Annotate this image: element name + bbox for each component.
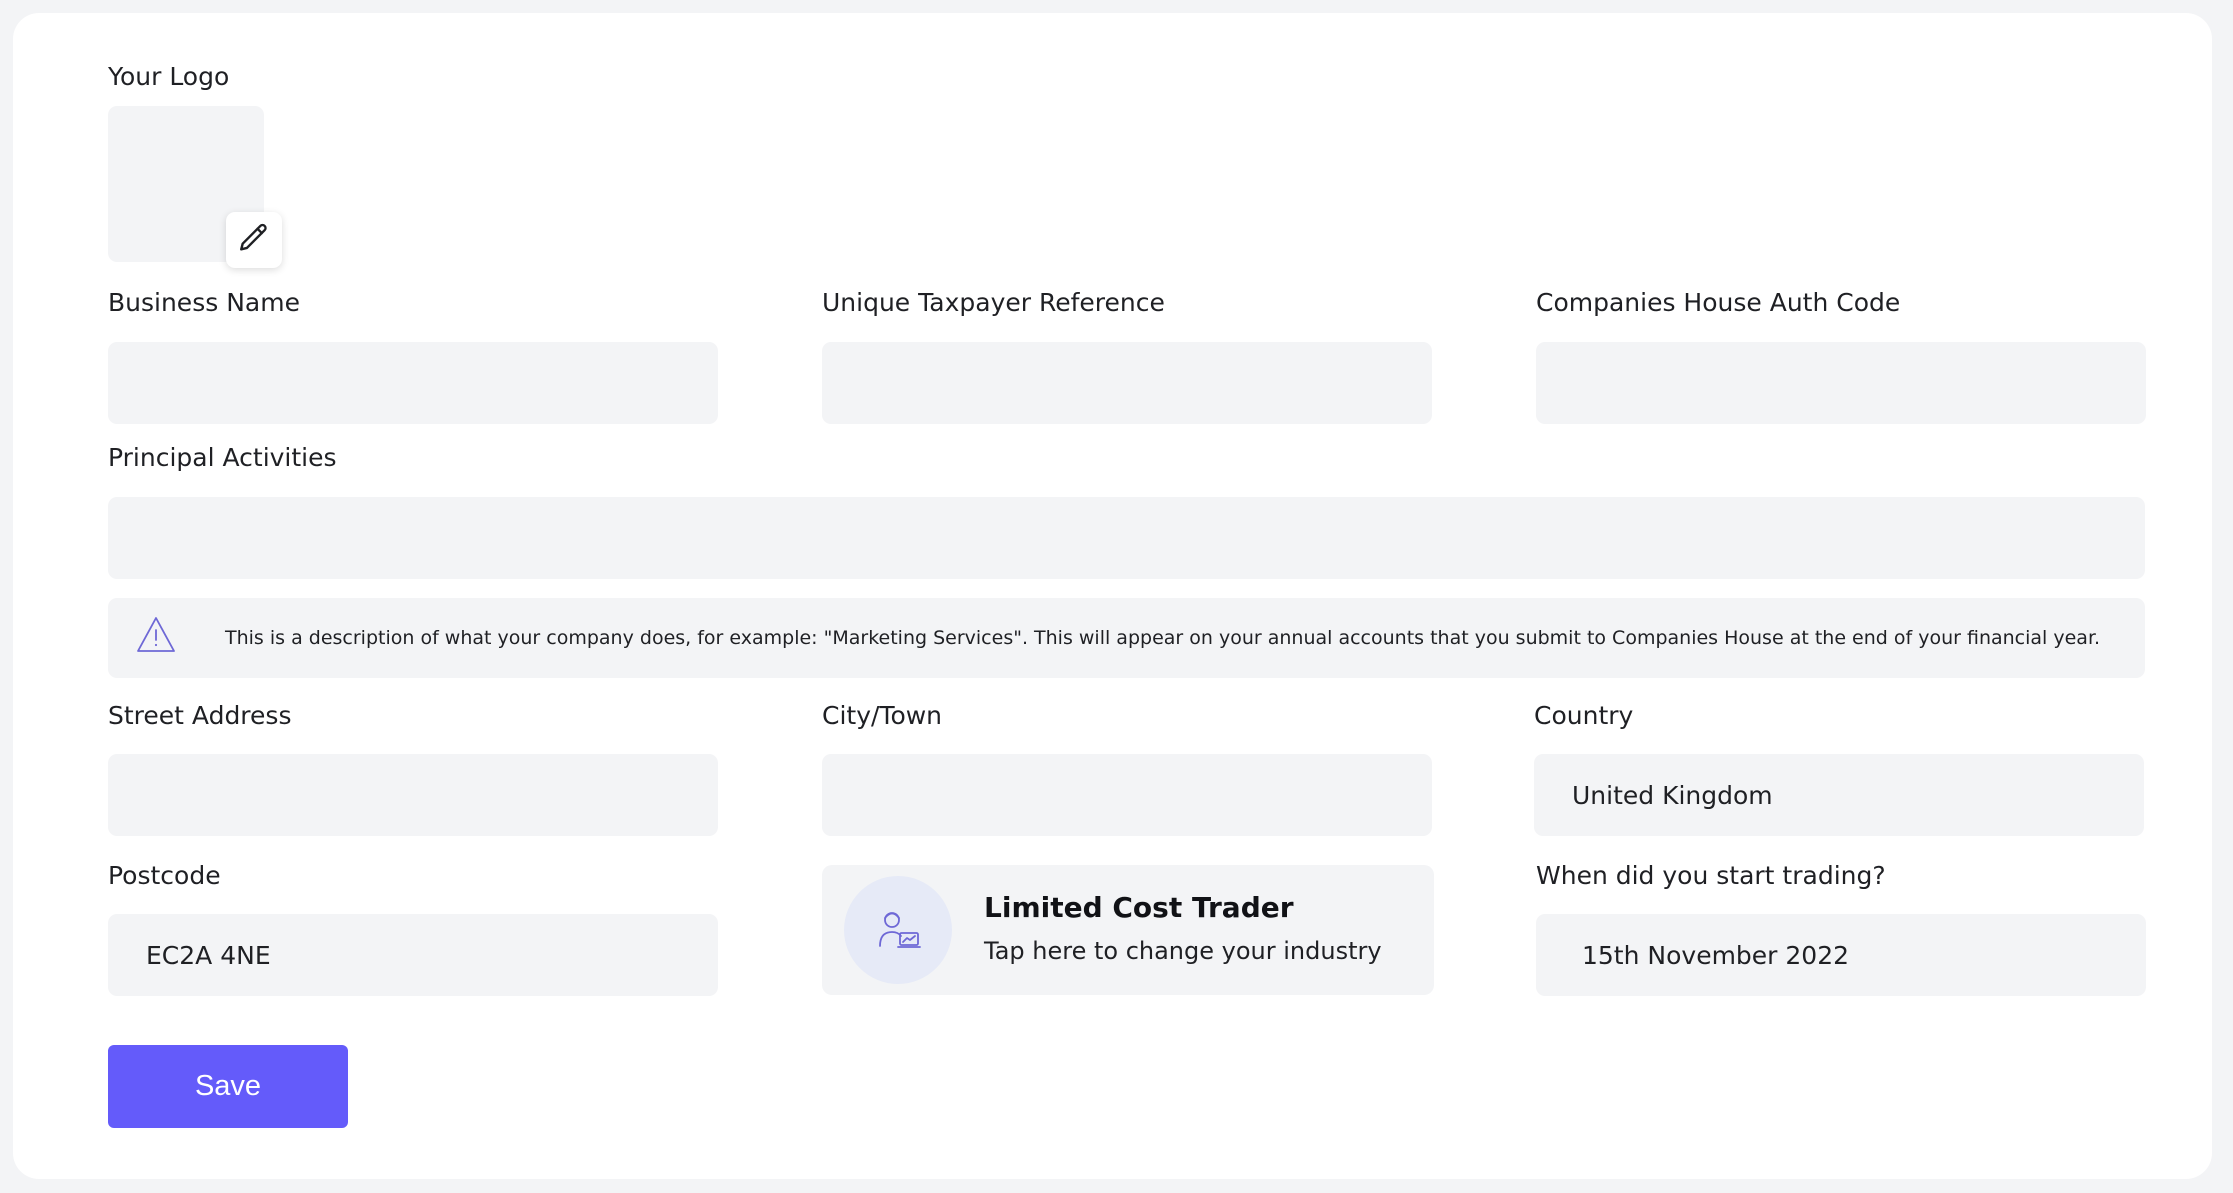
country-value: United Kingdom [1572, 780, 1773, 810]
industry-selector[interactable]: Limited Cost Trader Tap here to change y… [822, 865, 1434, 995]
save-button[interactable]: Save [108, 1045, 348, 1128]
street-address-label: Street Address [108, 701, 292, 730]
street-address-field[interactable] [108, 754, 718, 836]
logo-label: Your Logo [108, 62, 230, 91]
industry-subtitle: Tap here to change your industry [984, 937, 1382, 965]
trader-person-icon [874, 904, 922, 956]
business-name-label: Business Name [108, 288, 300, 317]
business-name-field[interactable] [108, 342, 718, 424]
industry-title: Limited Cost Trader [984, 891, 1294, 924]
postcode-label: Postcode [108, 861, 221, 890]
postcode-field[interactable]: EC2A 4NE [108, 914, 718, 996]
start-trading-label: When did you start trading? [1536, 861, 1886, 890]
principal-activities-field[interactable] [108, 497, 2145, 579]
utr-label: Unique Taxpayer Reference [822, 288, 1165, 317]
pencil-icon [237, 221, 271, 259]
start-trading-value: 15th November 2022 [1582, 940, 1850, 970]
auth-code-label: Companies House Auth Code [1536, 288, 1901, 317]
city-label: City/Town [822, 701, 943, 730]
info-text: This is a description of what your compa… [225, 627, 2101, 649]
industry-avatar [844, 876, 952, 984]
postcode-value: EC2A 4NE [146, 940, 271, 970]
edit-logo-button[interactable] [226, 212, 282, 268]
country-field[interactable]: United Kingdom [1534, 754, 2144, 836]
start-trading-date-field[interactable]: 15th November 2022 [1536, 914, 2146, 996]
info-notice: This is a description of what your compa… [108, 598, 2145, 678]
utr-field[interactable] [822, 342, 1432, 424]
city-field[interactable] [822, 754, 1432, 836]
country-label: Country [1534, 701, 1634, 730]
warning-triangle-icon [135, 615, 177, 659]
auth-code-field[interactable] [1536, 342, 2146, 424]
settings-card: Your Logo Business Name Unique Taxpayer … [13, 13, 2212, 1179]
principal-activities-label: Principal Activities [108, 443, 337, 472]
